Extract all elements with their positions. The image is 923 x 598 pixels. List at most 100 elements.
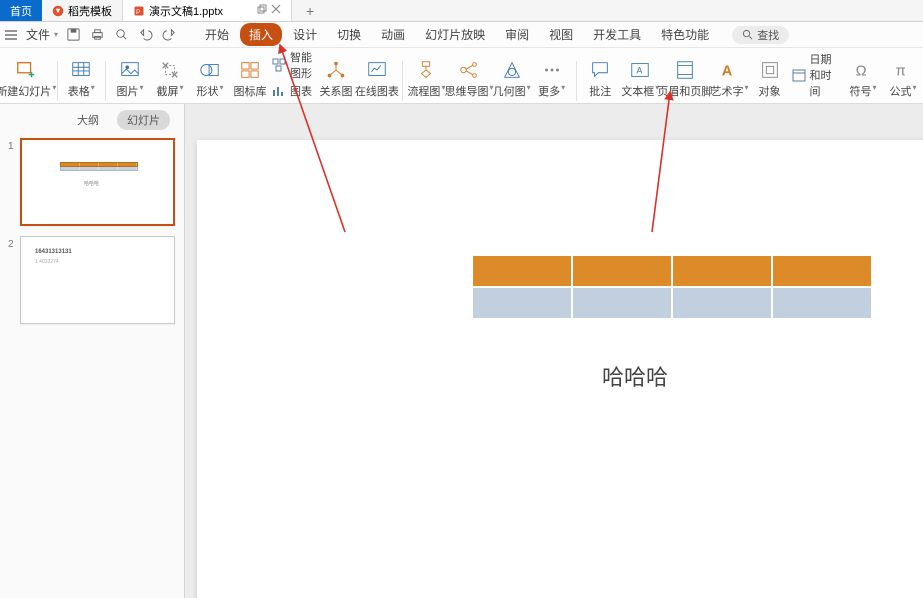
comment-icon: [589, 59, 611, 81]
save-icon[interactable]: [66, 27, 82, 43]
btn-relation[interactable]: 关系图: [318, 59, 354, 101]
table-cell[interactable]: [672, 255, 772, 287]
tab-animation[interactable]: 动画: [372, 23, 414, 46]
new-slide-icon: [15, 59, 37, 81]
datetime-icon: [792, 68, 806, 82]
tab-insert[interactable]: 插入: [240, 23, 282, 46]
table-cell[interactable]: [672, 287, 772, 319]
mini-table-preview: [60, 162, 138, 171]
window-tab-bar: 首页 稻壳模板 P 演示文稿1.pptx +: [0, 0, 923, 22]
screenshot-icon: [159, 59, 181, 81]
btn-picture[interactable]: 图片▾: [112, 59, 148, 101]
table-cell[interactable]: [772, 287, 872, 319]
thumb2-title: 16431313131: [35, 249, 72, 255]
thumb2-sub: 1 4033274: [35, 259, 59, 265]
close-tab-icon[interactable]: [271, 4, 281, 17]
new-tab-button[interactable]: +: [292, 0, 328, 21]
thumb-tab-row: 大纲 幻灯片: [0, 104, 184, 134]
more-icon: [541, 59, 563, 81]
smartart-icon: [272, 58, 286, 72]
wordart-icon: A: [719, 59, 741, 81]
tab-design[interactable]: 设计: [284, 23, 326, 46]
table-cell[interactable]: [472, 287, 572, 319]
btn-textbox[interactable]: A 文本框▾: [622, 59, 658, 101]
chart-icon: [272, 84, 286, 98]
picture-icon: [119, 59, 141, 81]
undo-icon[interactable]: [138, 27, 154, 43]
svg-text:A: A: [721, 64, 732, 80]
btn-onlinechart[interactable]: 在线图表: [358, 59, 396, 101]
object-icon: [759, 59, 781, 81]
slidenum-datetime-stack: #幻灯片编号 日期和时间: [792, 48, 841, 101]
search-button[interactable]: 查找: [732, 26, 789, 44]
btn-screenshot[interactable]: 截屏▾: [152, 59, 188, 101]
mini-text-preview: 哈哈哈: [84, 180, 99, 187]
tab-home[interactable]: 首页: [0, 0, 42, 21]
thumb-tab-outline[interactable]: 大纲: [67, 110, 109, 130]
btn-more[interactable]: 更多▾: [534, 59, 570, 101]
thumb-list: 1 哈哈哈 2 16431313131 1 4033274: [0, 134, 184, 338]
btn-mindmap[interactable]: 思维导图▾: [448, 59, 489, 101]
thumbnail-1[interactable]: 哈哈哈: [20, 138, 175, 226]
table-cell[interactable]: [572, 287, 672, 319]
btn-comment[interactable]: 批注: [582, 59, 618, 101]
btn-headerfooter[interactable]: 页眉和页脚: [662, 59, 707, 101]
canvas-area[interactable]: 哈哈哈: [185, 104, 923, 598]
tab-devtools[interactable]: 开发工具: [584, 23, 650, 46]
tab-view[interactable]: 视图: [540, 23, 582, 46]
thumb-row-1: 1 哈哈哈: [8, 138, 176, 226]
slide-table[interactable]: [472, 255, 872, 319]
tab-review[interactable]: 审阅: [496, 23, 538, 46]
table-cell[interactable]: [472, 255, 572, 287]
table-cell[interactable]: [772, 255, 872, 287]
docer-icon: [52, 5, 64, 17]
table-row-header: [472, 255, 872, 287]
btn-shape[interactable]: 形状▾: [192, 59, 228, 101]
tab-start[interactable]: 开始: [196, 23, 238, 46]
thumbnail-2[interactable]: 16431313131 1 4033274: [20, 236, 175, 324]
hamburger-icon[interactable]: [4, 28, 18, 42]
btn-smartart[interactable]: 智能图形: [272, 49, 314, 81]
thumb-tab-slides[interactable]: 幻灯片: [117, 110, 170, 130]
textbox-icon: A: [629, 59, 651, 81]
tab-slideshow[interactable]: 幻灯片放映: [416, 23, 494, 46]
table-cell[interactable]: [572, 255, 672, 287]
btn-object[interactable]: 对象: [752, 59, 788, 101]
file-menu[interactable]: 文件 ▾: [26, 26, 58, 43]
btn-equation[interactable]: π 公式▾: [885, 59, 921, 101]
search-label: 查找: [757, 27, 779, 43]
preview-icon[interactable]: [114, 27, 130, 43]
tab-document-label: 演示文稿1.pptx: [149, 3, 223, 19]
thumbnail-panel: 大纲 幻灯片 1 哈哈哈 2 16431313131 1 4033274: [0, 104, 185, 598]
tab-transition[interactable]: 切换: [328, 23, 370, 46]
caret-down-icon: ▾: [54, 30, 58, 39]
tab-special[interactable]: 特色功能: [652, 23, 718, 46]
tab-template[interactable]: 稻壳模板: [42, 0, 123, 21]
btn-chart[interactable]: 图表: [272, 83, 314, 99]
table-row-body: [472, 287, 872, 319]
tab-home-label: 首页: [10, 3, 32, 19]
tab-document[interactable]: P 演示文稿1.pptx: [123, 0, 292, 21]
equation-icon: π: [892, 59, 914, 81]
smartart-chart-stack: 智能图形 图表: [272, 49, 314, 101]
redo-icon[interactable]: [162, 27, 178, 43]
workspace: 大纲 幻灯片 1 哈哈哈 2 16431313131 1 4033274: [0, 104, 923, 598]
btn-new-slide[interactable]: 新建幻灯片▾: [2, 59, 51, 101]
btn-geometry[interactable]: 几何图▾: [494, 59, 530, 101]
shape-icon: [199, 59, 221, 81]
print-icon[interactable]: [90, 27, 106, 43]
slide-text[interactable]: 哈哈哈: [602, 360, 668, 392]
onlinechart-icon: [366, 59, 388, 81]
ppt-file-icon: P: [133, 5, 145, 17]
slide-canvas[interactable]: 哈哈哈: [197, 140, 923, 598]
btn-symbol[interactable]: Ω 符号▾: [845, 59, 881, 101]
btn-slidenum[interactable]: #幻灯片编号: [792, 48, 841, 49]
btn-flowchart[interactable]: 流程图▾: [408, 59, 444, 101]
relation-icon: [325, 59, 347, 81]
btn-datetime[interactable]: 日期和时间: [792, 51, 841, 99]
btn-wordart[interactable]: A 艺术字▾: [712, 59, 748, 101]
btn-iconlib[interactable]: 图标库: [232, 59, 268, 101]
new-slide-label: 新建幻灯片: [0, 83, 51, 99]
btn-table[interactable]: 表格▾: [63, 59, 99, 101]
restore-window-icon[interactable]: [257, 4, 267, 17]
